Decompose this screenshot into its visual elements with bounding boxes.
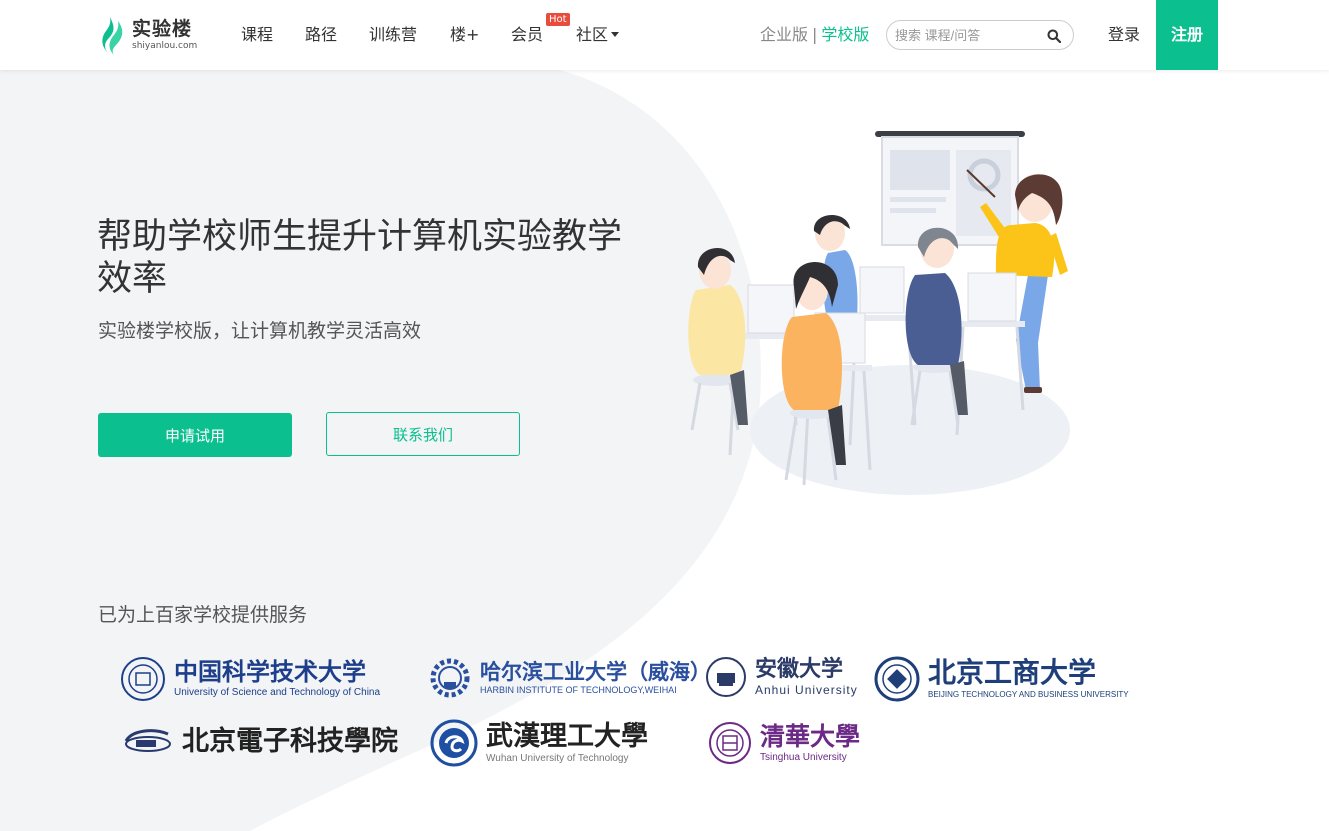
partner-btbu: 北京工商大学 BEIJING TECHNOLOGY AND BUSINESS U…: [874, 656, 1129, 702]
apply-trial-button[interactable]: 申请试用: [98, 413, 292, 457]
nav-courses[interactable]: 课程: [241, 25, 273, 45]
search-icon[interactable]: [1047, 29, 1061, 43]
enterprise-edition-link[interactable]: 企业版: [760, 25, 808, 44]
contact-us-button[interactable]: 联系我们: [326, 412, 520, 456]
logo-domain: shiyanlou.com: [132, 41, 198, 51]
logo-name: 实验楼: [132, 18, 193, 40]
logo-leaf-icon: [102, 17, 123, 55]
tsinghua-seal-icon: [709, 722, 751, 764]
ustc-seal-icon: [121, 657, 165, 701]
hit-gear-logo-icon: [430, 658, 470, 698]
partner-whut: 武漢理工大學 Wuhan University of Technology: [430, 719, 648, 767]
partner-btbu-cn: 北京工商大学: [928, 656, 1097, 689]
hero-headline: 帮助学校师生提升计算机实验教学效率: [97, 217, 623, 299]
partners-title: 已为上百家学校提供服务: [98, 604, 308, 626]
partner-ahu-cn: 安徽大学: [755, 655, 844, 682]
nav-membership[interactable]: 会员: [511, 25, 543, 45]
top-navbar: 实验楼 shiyanlou.com 课程 路径 训练营 楼+ 会员 Hot 社区…: [0, 0, 1329, 70]
btbu-seal-icon: [874, 656, 920, 702]
partner-besti: 北京電子科技學院: [122, 722, 398, 760]
partner-hitwh-cn: 哈尔滨工业大学（威海）: [480, 659, 711, 684]
hot-badge: Hot: [546, 13, 570, 26]
partner-ahu-en: Anhui University: [755, 682, 858, 697]
partner-ustc-cn: 中国科学技术大学: [174, 657, 366, 686]
nav-paths[interactable]: 路径: [305, 25, 337, 45]
partner-hitwh: 哈尔滨工业大学（威海） HARBIN INSTITUTE OF TECHNOLO…: [428, 656, 711, 700]
partner-tsinghua: 清華大學 Tsinghua University: [708, 721, 860, 765]
search-input[interactable]: [895, 25, 1045, 45]
school-edition-link[interactable]: 学校版: [821, 25, 869, 44]
edition-switcher: 企业版 | 学校版: [760, 25, 869, 45]
classroom-illustration: [688, 131, 1070, 495]
partner-whut-cn: 武漢理工大學: [486, 720, 648, 752]
partner-ahu: 安徽大学 Anhui University: [705, 656, 858, 698]
partner-ustc-en: University of Science and Technology of …: [174, 687, 381, 698]
partner-hitwh-en: HARBIN INSTITUTE OF TECHNOLOGY,WEIHAI: [480, 685, 677, 695]
login-link[interactable]: 登录: [1108, 25, 1140, 45]
nav-community[interactable]: 社区: [576, 25, 620, 45]
register-button[interactable]: 注册: [1156, 0, 1218, 70]
ahu-seal-icon: [706, 657, 746, 697]
nav-bootcamp[interactable]: 训练营: [369, 25, 417, 45]
partner-ustc: 中国科学技术大学 University of Science and Techn…: [120, 656, 380, 702]
edition-separator: |: [812, 25, 818, 44]
partner-tsinghua-en: Tsinghua University: [760, 751, 847, 763]
whut-seal-icon: [430, 719, 478, 767]
search-box: [886, 20, 1074, 50]
partner-besti-cn: 北京電子科技學院: [182, 725, 398, 757]
site-logo[interactable]: 实验楼 shiyanlou.com: [100, 14, 200, 56]
partner-whut-en: Wuhan University of Technology: [486, 752, 629, 764]
partner-tsinghua-cn: 清華大學: [760, 721, 861, 751]
partner-btbu-en: BEIJING TECHNOLOGY AND BUSINESS UNIVERSI…: [928, 690, 1129, 699]
nav-community-label: 社区: [576, 25, 609, 44]
chevron-down-icon: [611, 31, 620, 37]
nav-lou-plus[interactable]: 楼+: [450, 25, 479, 45]
besti-logo-icon: [124, 729, 171, 752]
hero-subline: 实验楼学校版，让计算机教学灵活高效: [98, 320, 422, 342]
